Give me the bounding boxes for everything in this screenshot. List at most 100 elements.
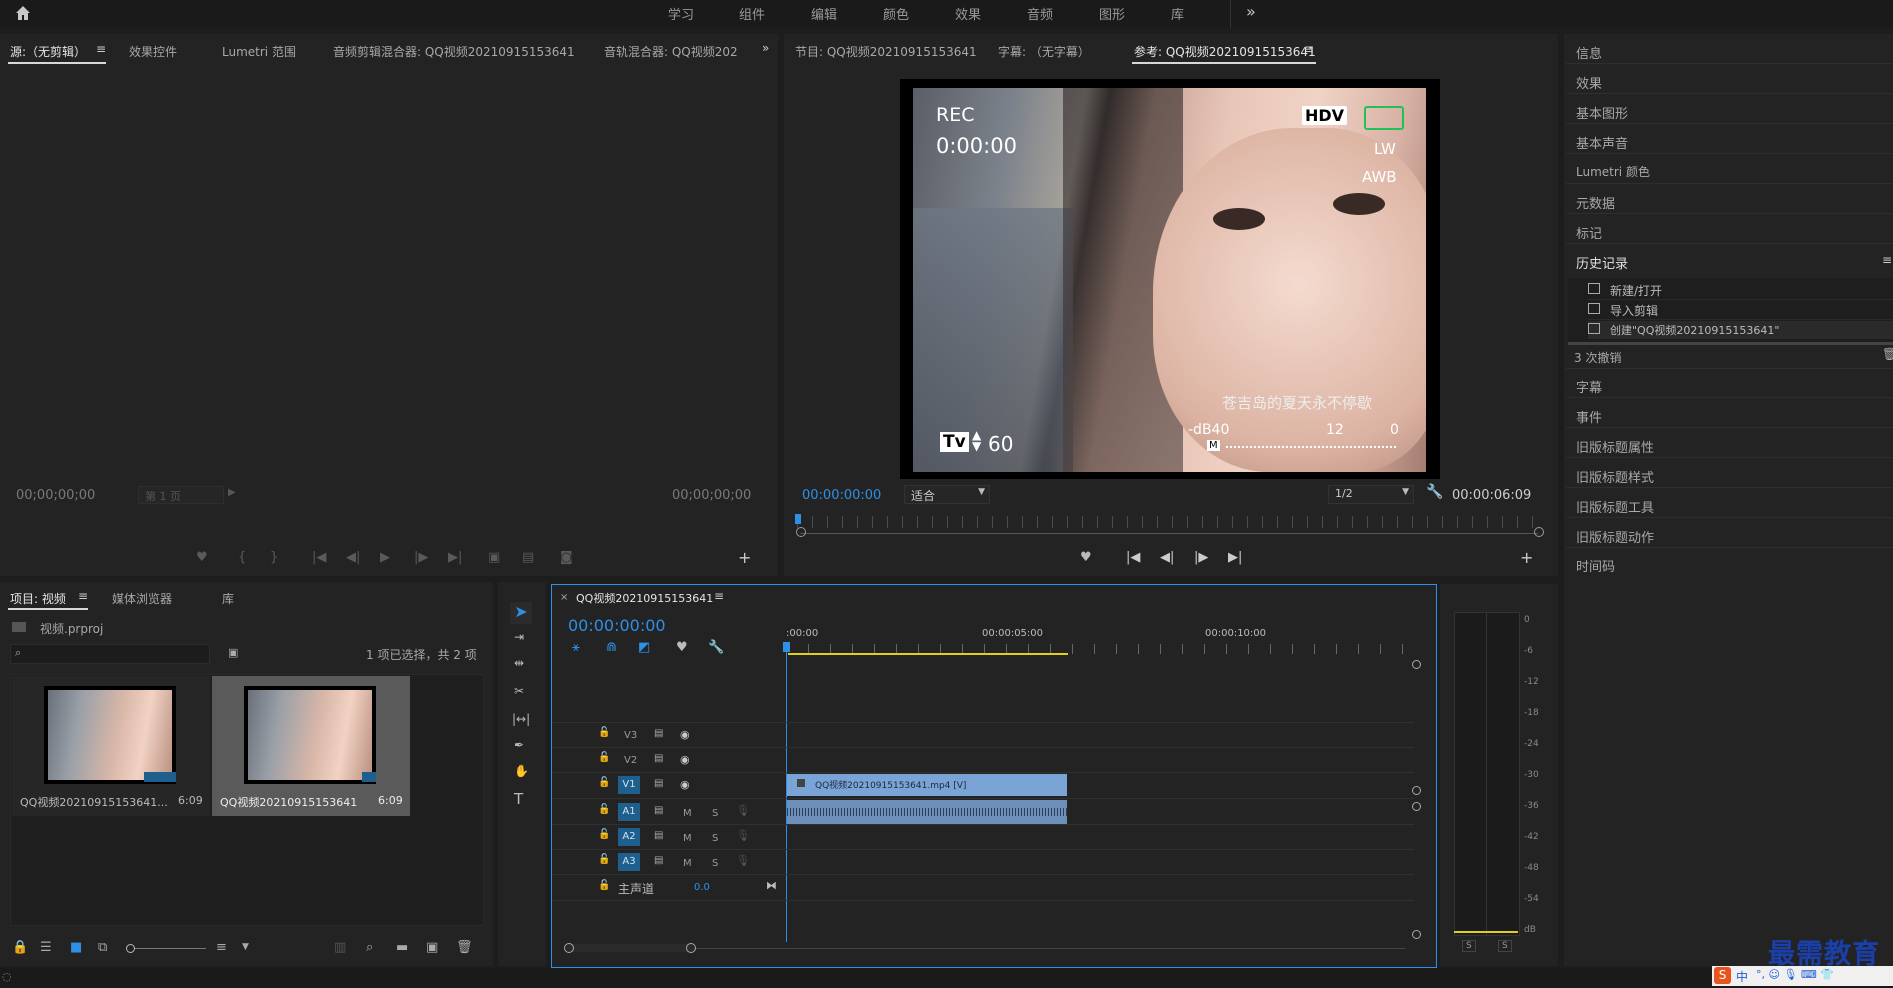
step-back-icon[interactable]: ◀| <box>1160 550 1174 565</box>
tab-effect-controls[interactable]: 效果控件 <box>129 43 177 60</box>
mic-icon[interactable]: 🎙 <box>736 854 750 867</box>
overwrite-icon[interactable]: ▤ <box>522 550 534 565</box>
linked-selection-icon[interactable]: ◩ <box>638 640 650 655</box>
nav-learn[interactable]: 学习 <box>668 4 694 23</box>
type-tool-icon[interactable]: T <box>514 790 523 808</box>
track-lock-icon[interactable]: 🔓 <box>598 804 610 815</box>
page-dropdown[interactable]: 第 1 页 <box>138 486 224 504</box>
track-lock-icon[interactable]: 🔓 <box>598 829 610 840</box>
step-forward-icon[interactable]: |▶ <box>414 550 428 565</box>
sequence-tab[interactable]: QQ视频20210915153641 <box>576 590 713 606</box>
step-forward-icon[interactable]: |▶ <box>1194 550 1208 565</box>
track-lock-icon[interactable]: 🔓 <box>598 777 610 788</box>
master-volume-value[interactable]: 0.0 <box>694 882 710 893</box>
nav-color[interactable]: 颜色 <box>883 4 909 23</box>
mic-icon[interactable]: 🎙 <box>736 804 750 817</box>
lock-icon[interactable]: 🔒 <box>12 940 28 955</box>
vscroll-top-handle[interactable] <box>1412 660 1421 669</box>
ime-tools-icon[interactable]: °, ☺ 🎙 ⌨ 👕 <box>1756 968 1834 981</box>
project-search-input[interactable]: ⌕ <box>10 644 210 664</box>
automate-icon[interactable]: ▥ <box>334 940 346 955</box>
track-output-icon[interactable]: ▤ <box>654 855 663 866</box>
nav-effects[interactable]: 效果 <box>955 4 981 23</box>
tab-program[interactable]: 节目: QQ视频20210915153641 <box>795 43 977 60</box>
step-back-icon[interactable]: ◀| <box>346 550 360 565</box>
new-item-icon[interactable]: ▣ <box>426 940 438 955</box>
list-view-icon[interactable]: ☰ <box>40 940 52 955</box>
tab-media-browser[interactable]: 媒体浏览器 <box>112 590 172 607</box>
icon-view-icon[interactable]: ■ <box>70 940 82 955</box>
vscroll-audio-top[interactable] <box>1412 802 1421 811</box>
history-item[interactable]: 导入剪辑 <box>1588 301 1893 320</box>
close-icon[interactable]: × <box>560 592 568 603</box>
tab-audio-clip-mixer[interactable]: 音频剪辑混合器: QQ视频20210915153641 <box>333 43 575 60</box>
nav-edit[interactable]: 编辑 <box>811 4 837 23</box>
goto-in-icon[interactable]: |◀ <box>312 550 326 565</box>
track-output-icon[interactable]: ▤ <box>654 778 663 789</box>
mark-in-icon[interactable]: { <box>238 550 246 565</box>
track-lock-icon[interactable]: 🔓 <box>598 880 610 891</box>
tab-menu-icon[interactable]: ≡ <box>714 589 724 603</box>
ripple-edit-tool-icon[interactable]: ⇹ <box>514 656 524 670</box>
track-output-icon[interactable]: ▤ <box>654 805 663 816</box>
master-end-icon[interactable]: ⧓ <box>766 879 777 892</box>
nav-more-icon[interactable]: » <box>1246 2 1256 21</box>
vscroll-bottom-handle[interactable] <box>1412 786 1421 795</box>
selection-tool-icon[interactable]: ➤ <box>510 602 532 624</box>
resolution-dropdown[interactable]: 1/2 ▼ <box>1328 485 1414 504</box>
panel-captions[interactable]: 字幕 <box>1576 377 1602 396</box>
sort-icon[interactable]: ≡ <box>216 940 227 955</box>
history-menu-icon[interactable]: ≡ <box>1882 253 1892 267</box>
hscroll-left-handle[interactable] <box>564 943 574 953</box>
source-add-button[interactable]: + <box>738 548 751 567</box>
play-icon[interactable]: ▶ <box>380 550 390 565</box>
mark-out-icon[interactable]: } <box>270 550 278 565</box>
chevron-down-icon[interactable]: ▼ <box>242 942 249 952</box>
tab-captions[interactable]: 字幕: （无字幕） <box>998 43 1090 60</box>
tab-menu-icon[interactable]: ≡ <box>1304 42 1314 56</box>
project-item[interactable]: QQ视频20210915153641... 6:09 <box>12 676 210 816</box>
panel-legacy-title-tools[interactable]: 旧版标题工具 <box>1576 497 1654 516</box>
work-area-bar[interactable] <box>788 653 1068 655</box>
track-name[interactable]: V3 <box>624 730 637 741</box>
nav-assembly[interactable]: 组件 <box>739 4 765 23</box>
eye-icon[interactable]: ◉ <box>680 728 690 741</box>
marker-icon[interactable]: ♥ <box>196 550 208 565</box>
camera-icon[interactable]: ◙ <box>560 550 573 565</box>
panel-timecode[interactable]: 时间码 <box>1576 556 1615 575</box>
video-clip[interactable]: QQ视频20210915153641.mp4 [V] <box>787 774 1067 796</box>
source-timecode-left[interactable]: 00;00;00;00 <box>16 488 95 503</box>
audio-clip[interactable] <box>787 800 1067 824</box>
history-item[interactable]: 新建/打开 <box>1588 281 1893 300</box>
panel-history[interactable]: 历史记录 <box>1576 253 1628 272</box>
tab-audio-track-mixer[interactable]: 音轨混合器: QQ视频202 <box>604 43 738 60</box>
home-icon[interactable] <box>14 4 32 22</box>
program-scroll-track[interactable] <box>800 533 1538 534</box>
program-add-button[interactable]: + <box>1520 548 1533 567</box>
hand-tool-icon[interactable]: ✋ <box>514 764 529 778</box>
nest-icon[interactable]: ⚹ <box>572 640 580 655</box>
pen-tool-icon[interactable]: ✒ <box>514 738 524 752</box>
tab-menu-icon[interactable]: ≡ <box>96 42 106 56</box>
timeline-timecode[interactable]: 00:00:00:00 <box>568 616 666 635</box>
fit-dropdown[interactable]: 适合 ▼ <box>904 485 990 504</box>
panel-legacy-title-actions[interactable]: 旧版标题动作 <box>1576 527 1654 546</box>
wrench-icon[interactable]: 🔧 <box>1426 484 1443 500</box>
scroll-handle-left[interactable] <box>796 527 806 537</box>
vscroll-audio-bottom[interactable] <box>1412 930 1421 939</box>
track-lock-icon[interactable]: 🔓 <box>598 727 610 738</box>
track-lock-icon[interactable]: 🔓 <box>598 752 610 763</box>
eye-icon[interactable]: ◉ <box>680 753 690 766</box>
solo-button[interactable]: S <box>712 833 718 844</box>
goto-out-icon[interactable]: ▶| <box>1228 550 1242 565</box>
insert-icon[interactable]: ▣ <box>488 550 500 565</box>
eye-icon[interactable]: ◉ <box>680 778 690 791</box>
track-name[interactable]: V2 <box>624 755 637 766</box>
panel-essential-graphics[interactable]: 基本图形 <box>1576 103 1628 122</box>
track-target-a1[interactable]: A1 <box>618 803 640 821</box>
meter-solo-right[interactable]: S <box>1498 940 1512 952</box>
solo-button[interactable]: S <box>712 858 718 869</box>
meter-solo-left[interactable]: S <box>1462 940 1476 952</box>
razor-tool-icon[interactable]: ✂ <box>514 684 524 698</box>
trash-icon[interactable]: 🗑 <box>1882 347 1893 361</box>
